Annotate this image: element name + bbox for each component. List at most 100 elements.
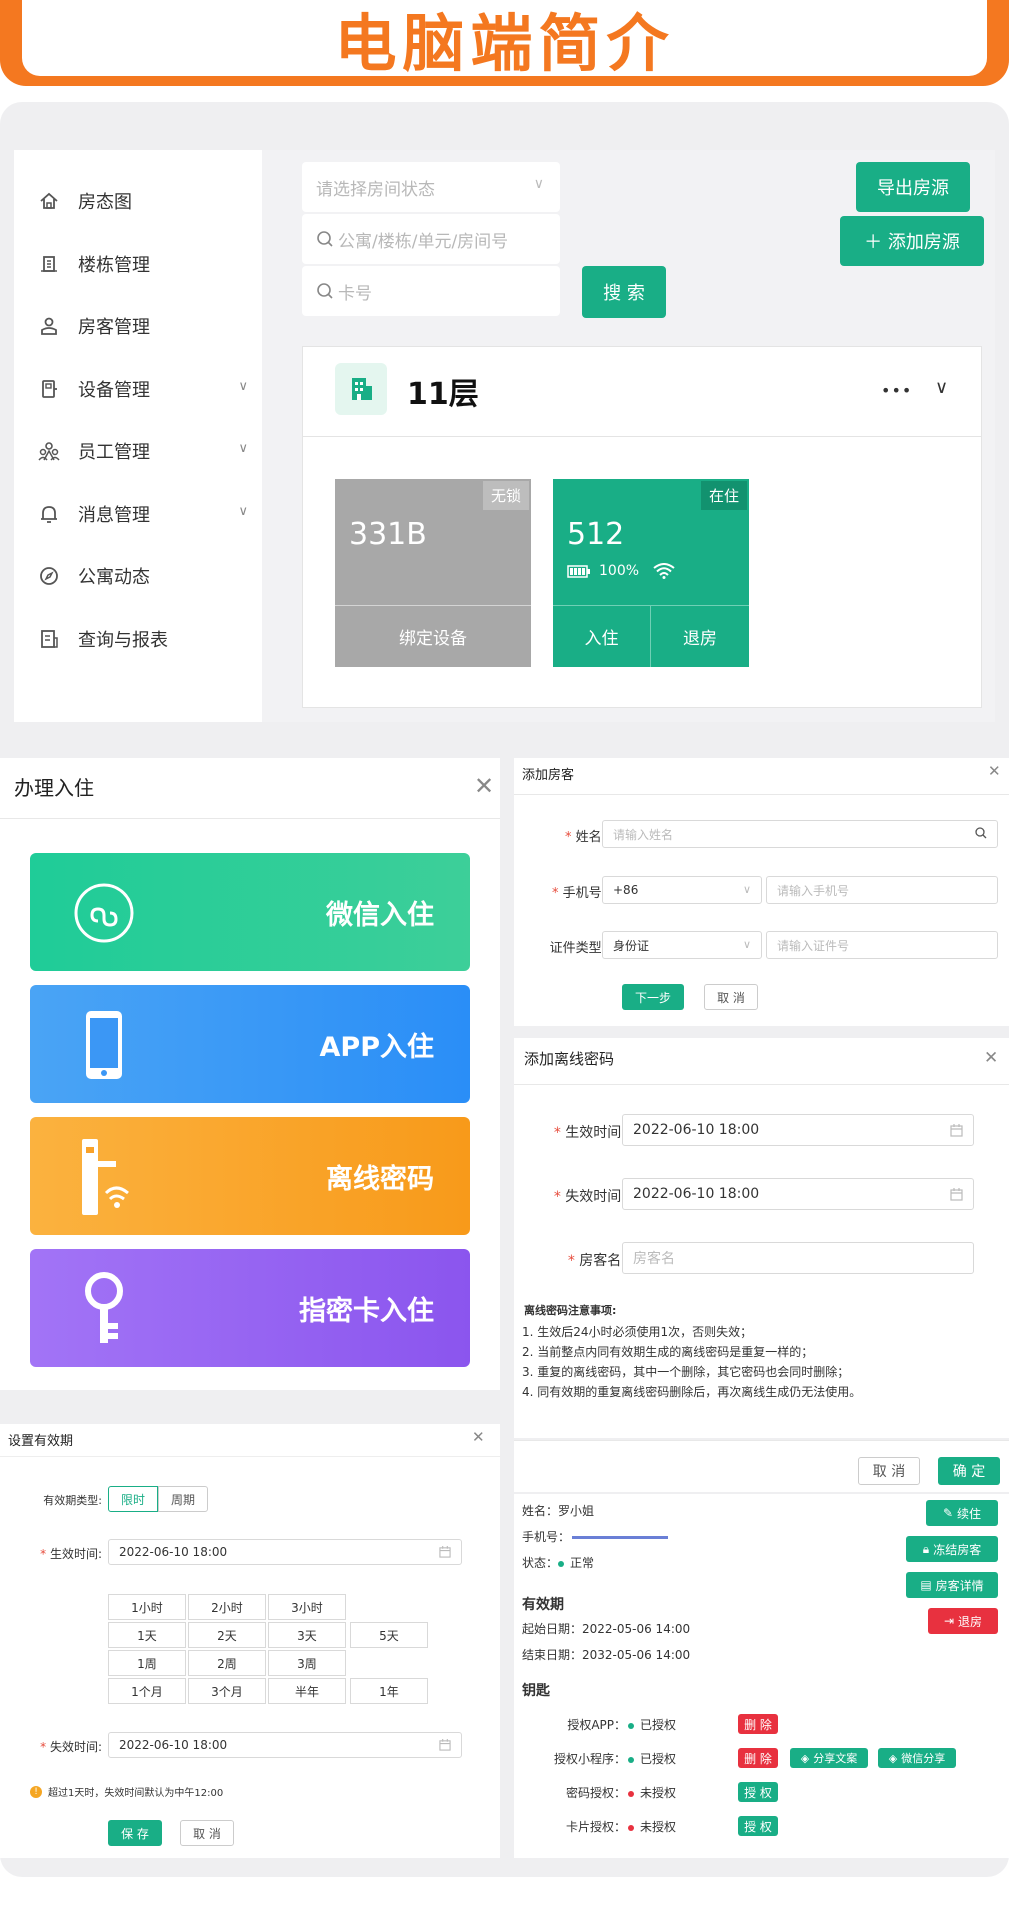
bind-device-button[interactable]: 绑定设备 [335, 605, 531, 667]
save-button[interactable]: 保 存 [108, 1820, 162, 1846]
lock-icon: 🔒︎ [922, 1541, 930, 1556]
checkout-button[interactable]: ⇥ 退房 [928, 1608, 998, 1634]
close-icon[interactable]: ✕ [984, 1048, 998, 1068]
preset-3m[interactable]: 3个月 [188, 1678, 266, 1704]
sidebar: 房态图 楼栋管理 房客管理 设备管理 ∨ 员工管理 ∨ 消息管理 ∨ 公寓动态 … [14, 150, 262, 722]
app-checkin-button[interactable]: APP入住 [30, 985, 470, 1103]
document-icon: ▤ [920, 1578, 932, 1592]
preset-5d[interactable]: 5天 [350, 1622, 428, 1648]
option-label: APP入住 [319, 1031, 434, 1063]
preset-2h[interactable]: 2小时 [188, 1594, 266, 1620]
id-type-select[interactable]: 身份证 ∨ [602, 931, 762, 959]
preset-half-year[interactable]: 半年 [268, 1678, 346, 1704]
room-card-331b[interactable]: 无锁 331B 绑定设备 [335, 479, 531, 667]
button-label: 退房 [958, 1614, 983, 1629]
preset-1y[interactable]: 1年 [350, 1678, 428, 1704]
close-icon[interactable]: ✕ [988, 762, 1001, 780]
notes-title: 离线密码注意事项: [524, 1304, 617, 1317]
preset-1h[interactable]: 1小时 [108, 1594, 186, 1620]
card-checkin-button[interactable]: 指密卡入住 [30, 1249, 470, 1367]
cancel-button[interactable]: 取 消 [858, 1457, 920, 1485]
label-text: 生效时间: [565, 1125, 626, 1141]
edit-icon: ✎ [942, 1506, 954, 1520]
sidebar-item-messages[interactable]: 消息管理 ∨ [38, 496, 248, 532]
phone-code-select[interactable]: +86 ∨ [602, 876, 762, 904]
sidebar-item-label: 员工管理 [78, 442, 150, 463]
type-cycle-tab[interactable]: 周期 [158, 1486, 208, 1512]
chevron-down-icon: ∨ [742, 938, 751, 951]
delete-app-key-button[interactable]: 删 除 [738, 1714, 778, 1734]
preset-2d[interactable]: 2天 [188, 1622, 266, 1648]
close-icon[interactable]: ✕ [472, 1428, 485, 1446]
end-time-input[interactable]: 2022-06-10 18:00 [622, 1178, 974, 1210]
name-input[interactable]: 请输入姓名 [602, 820, 998, 848]
wechat-share-button[interactable]: ◈ 微信分享 [878, 1748, 956, 1768]
sidebar-item-devices[interactable]: 设备管理 ∨ [38, 371, 248, 407]
delete-mini-key-button[interactable]: 删 除 [738, 1748, 778, 1768]
preset-1d[interactable]: 1天 [108, 1622, 186, 1648]
report-icon [38, 628, 60, 650]
check-in-button[interactable]: 入住 [553, 605, 651, 667]
room-card-512[interactable]: 在住 512 100% 入住 退房 [553, 479, 749, 667]
cancel-button[interactable]: 取 消 [704, 984, 758, 1010]
calendar-icon [950, 1124, 963, 1141]
next-step-button[interactable]: 下一步 [622, 984, 684, 1010]
input-value: 2022-06-10 18:00 [119, 1545, 228, 1559]
cancel-button[interactable]: 取 消 [180, 1820, 234, 1846]
extend-stay-button[interactable]: ✎ 续住 [926, 1500, 998, 1526]
preset-1m[interactable]: 1个月 [108, 1678, 186, 1704]
preset-1w[interactable]: 1周 [108, 1650, 186, 1676]
start-time-input[interactable]: 2022-06-10 18:00 [108, 1539, 462, 1565]
building-icon [38, 253, 60, 275]
input-placeholder: 请输入手机号 [777, 883, 850, 898]
select-placeholder: 请选择房间状态 [316, 179, 435, 200]
room-status-select[interactable]: 请选择房间状态 ∨ [302, 162, 560, 212]
dialog-title: 添加房客 [522, 768, 575, 783]
preset-3w[interactable]: 3周 [268, 1650, 346, 1676]
id-number-input[interactable]: 请输入证件号 [766, 931, 998, 959]
status-dot [628, 1790, 634, 1797]
search-icon [975, 827, 987, 842]
card-search-input[interactable]: 卡号 [302, 266, 560, 316]
sidebar-item-buildings[interactable]: 楼栋管理 [38, 246, 248, 282]
confirm-button[interactable]: 确 定 [938, 1457, 1000, 1485]
sidebar-item-room-status[interactable]: 房态图 [38, 183, 248, 219]
end-time-input[interactable]: 2022-06-10 18:00 [108, 1732, 462, 1758]
freeze-guest-button[interactable]: 🔒︎ 冻结房客 [906, 1536, 998, 1562]
preset-3h[interactable]: 3小时 [268, 1594, 346, 1620]
building-icon [335, 363, 387, 415]
authorize-password-button[interactable]: 授 权 [738, 1782, 778, 1802]
add-room-button[interactable]: ＋ 添加房源 [840, 216, 984, 266]
authorize-card-button[interactable]: 授 权 [738, 1816, 778, 1836]
search-button[interactable]: 搜 索 [582, 266, 666, 318]
input-placeholder: 公寓/楼栋/单元/房间号 [338, 231, 509, 252]
guest-details-button[interactable]: ▤ 房客详情 [906, 1572, 998, 1598]
sidebar-item-guests[interactable]: 房客管理 [38, 308, 248, 344]
label-text: 失效时间: [49, 1740, 102, 1754]
sidebar-item-label: 房态图 [78, 192, 132, 213]
export-rooms-button[interactable]: 导出房源 [856, 162, 970, 212]
share-text-button[interactable]: ◈ 分享文案 [790, 1748, 868, 1768]
type-limited-tab[interactable]: 限时 [108, 1486, 158, 1512]
wechat-checkin-button[interactable]: 微信入住 [30, 853, 470, 971]
offline-password-button[interactable]: 离线密码 [30, 1117, 470, 1235]
key-status: 未授权 [628, 1818, 676, 1835]
preset-2w[interactable]: 2周 [188, 1650, 266, 1676]
preset-3d[interactable]: 3天 [268, 1622, 346, 1648]
check-out-button[interactable]: 退房 [651, 605, 749, 667]
phone-input[interactable]: 请输入手机号 [766, 876, 998, 904]
sidebar-item-news[interactable]: 公寓动态 [38, 558, 248, 594]
validity-heading: 有效期 [522, 1597, 564, 1613]
guest-name-input[interactable]: 房客名 [622, 1242, 974, 1274]
sidebar-item-staff[interactable]: 员工管理 ∨ [38, 433, 248, 469]
search-icon [316, 230, 334, 248]
chevron-down-icon: ∨ [238, 504, 248, 519]
sidebar-item-reports[interactable]: 查询与报表 [38, 621, 248, 657]
device-icon [38, 378, 60, 400]
close-icon[interactable]: ✕ [474, 772, 494, 800]
chevron-down-icon[interactable]: ∨ [935, 377, 948, 398]
start-time-input[interactable]: 2022-06-10 18:00 [622, 1114, 974, 1146]
address-search-input[interactable]: 公寓/楼栋/单元/房间号 [302, 214, 560, 264]
hint-text: 超过1天时，失效时间默认为中午12:00 [48, 1788, 224, 1799]
more-icon[interactable]: ••• [881, 381, 912, 400]
